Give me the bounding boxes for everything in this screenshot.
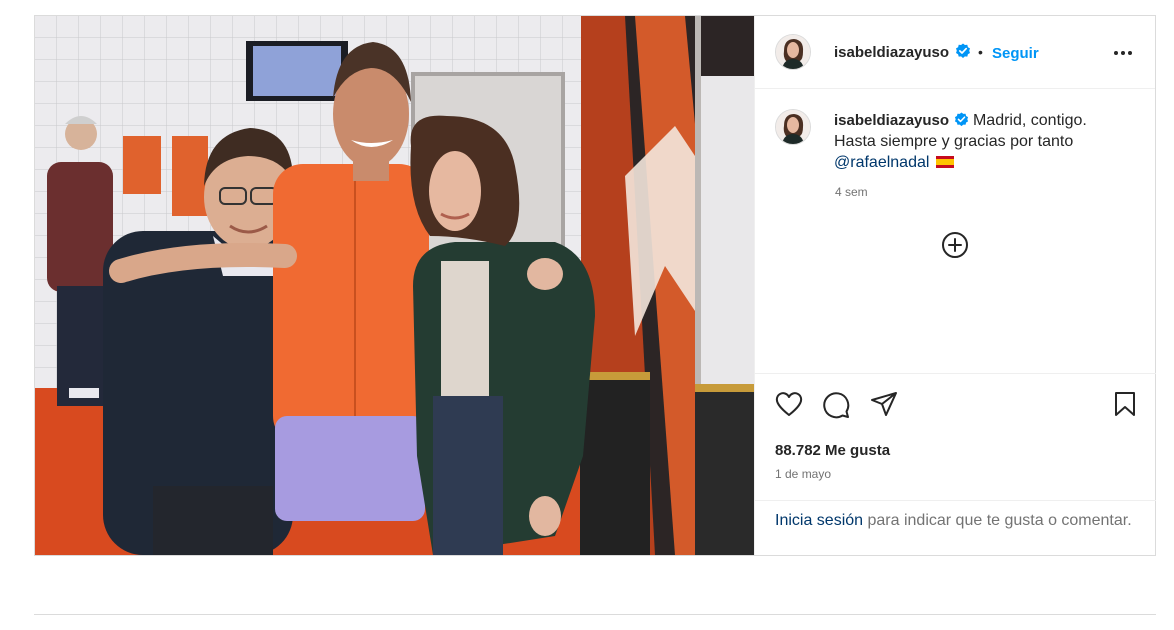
avatar-image [776,35,810,69]
photo-illustration [35,16,754,555]
divider [34,614,1156,615]
caption-age[interactable]: 4 sem [835,185,868,199]
caption-verified-icon [954,112,968,127]
post-date[interactable]: 1 de mayo [775,467,831,481]
comment-icon[interactable] [822,391,850,419]
avatar[interactable] [775,34,811,70]
post-header: isabeldiazayuso • Seguir [755,16,1155,89]
login-link[interactable]: Inicia sesión [775,512,863,529]
caption-line2: Hasta siempre y gracias por tanto [834,133,1074,150]
caption-username[interactable]: isabeldiazayuso [834,112,949,129]
spain-flag-icon [935,156,954,168]
caption-avatar-image [776,110,810,144]
header-username[interactable]: isabeldiazayuso [834,44,949,61]
caption-line1: Madrid, contigo. [972,112,1087,129]
heart-icon[interactable] [775,391,803,417]
login-prompt: Inicia sesión para indicar que te gusta … [755,500,1156,555]
post-photo[interactable] [35,16,754,555]
verified-badge-icon [956,43,970,58]
plus-circle-icon[interactable] [941,231,969,259]
mention-link[interactable]: @rafaelnadal [834,154,929,171]
save-icon[interactable] [1113,391,1137,417]
caption-avatar[interactable] [775,109,811,145]
post-side-panel: isabeldiazayuso • Seguir isabeldiazayuso… [754,16,1156,555]
login-prompt-text: para indicar que te gusta o comentar. [867,512,1132,529]
caption: isabeldiazayuso Madrid, contigo. Hasta s… [834,110,1134,173]
header-separator: • [978,44,983,60]
likes-count[interactable]: 88.782 Me gusta [775,442,890,459]
more-options-icon[interactable] [1113,50,1133,56]
instagram-post: isabeldiazayuso • Seguir isabeldiazayuso… [34,15,1156,556]
post-actions: 88.782 Me gusta 1 de mayo [755,373,1156,500]
follow-button[interactable]: Seguir [992,45,1039,62]
share-icon[interactable] [870,391,898,417]
